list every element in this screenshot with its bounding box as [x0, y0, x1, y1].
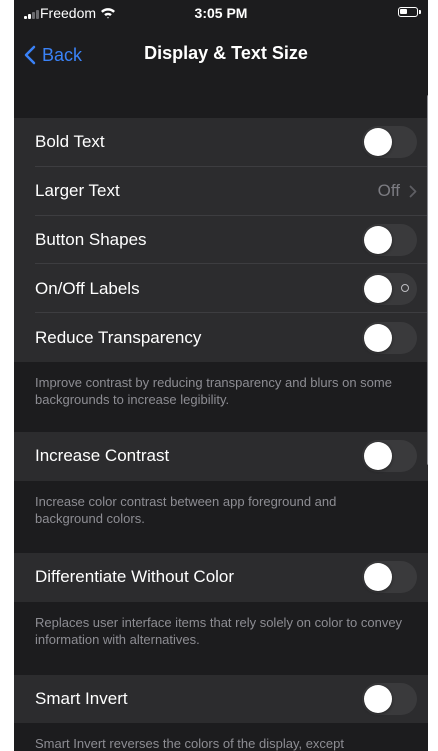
- reduce-transparency-row: Reduce Transparency: [14, 313, 428, 362]
- battery-icon: [398, 7, 418, 17]
- status-time: 3:05 PM: [194, 5, 248, 21]
- increase-contrast-row: Increase Contrast: [14, 432, 428, 481]
- contrast-group: Increase Contrast: [14, 431, 428, 481]
- toggle-knob: [364, 225, 392, 254]
- button-shapes-toggle[interactable]: [362, 223, 417, 256]
- battery-level: [400, 9, 407, 14]
- off-circle-icon: [401, 283, 409, 292]
- button-shapes-row: Button Shapes: [14, 216, 428, 265]
- toggle-knob: [364, 442, 392, 471]
- toggle-knob: [364, 684, 392, 713]
- larger-text-value: Off: [377, 181, 400, 201]
- bold-text-row: Bold Text: [14, 118, 428, 167]
- battery-nub: [419, 10, 421, 14]
- scroll-indicator[interactable]: [427, 95, 428, 465]
- smart-invert-footer: Smart Invert reverses the colors of the …: [14, 723, 428, 751]
- differentiate-without-color-row: Differentiate Without Color: [14, 553, 428, 602]
- differentiate-without-color-footer: Replaces user interface items that rely …: [14, 601, 428, 675]
- differentiate-without-color-toggle[interactable]: [362, 561, 417, 594]
- reduce-transparency-footer: Improve contrast by reducing transparenc…: [14, 361, 428, 432]
- text-settings-group: Bold Text Larger Text Off Button Shapes: [14, 118, 428, 362]
- toggle-knob: [364, 323, 392, 352]
- settings-screen: Freedom 3:05 PM Back Display & Text Size…: [14, 0, 428, 751]
- increase-contrast-footer: Increase color contrast between app fore…: [14, 480, 428, 553]
- smart-invert-toggle[interactable]: [362, 682, 417, 715]
- chevron-right-icon: [409, 185, 417, 198]
- increase-contrast-toggle[interactable]: [362, 440, 417, 473]
- bold-text-toggle[interactable]: [362, 126, 417, 159]
- page-title: Display & Text Size: [144, 43, 308, 63]
- smart-invert-row: Smart Invert: [14, 675, 428, 724]
- settings-list: Bold Text Larger Text Off Button Shapes: [14, 88, 428, 751]
- toggle-knob: [364, 274, 392, 303]
- status-bar: Freedom 3:05 PM: [14, 0, 428, 26]
- navigation-bar: Back Display & Text Size: [14, 26, 428, 88]
- toggle-knob: [364, 128, 392, 157]
- larger-text-row[interactable]: Larger Text Off: [14, 167, 428, 216]
- on-off-labels-row: On/Off Labels: [14, 264, 428, 313]
- color-group: Differentiate Without Color: [14, 552, 428, 602]
- on-off-labels-toggle[interactable]: [362, 272, 417, 305]
- reduce-transparency-toggle[interactable]: [362, 321, 417, 354]
- toggle-knob: [364, 563, 392, 592]
- invert-group: Smart Invert: [14, 674, 428, 724]
- larger-text-label: Larger Text: [35, 181, 120, 201]
